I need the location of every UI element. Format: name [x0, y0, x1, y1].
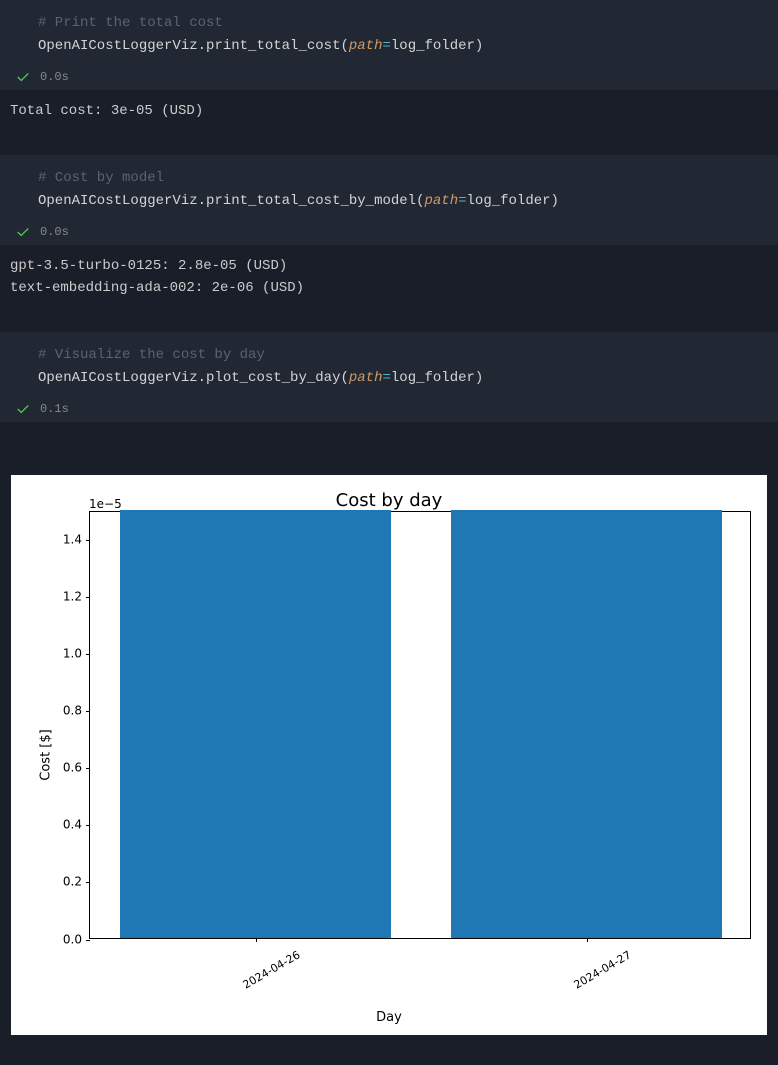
cell-output: gpt-3.5-turbo-0125: 2.8e-05 (USD) text-e… — [0, 245, 778, 332]
code-cell: # Visualize the cost by day OpenAICostLo… — [0, 332, 778, 422]
chart-ytick-mark — [86, 768, 90, 769]
chart-ytick-mark — [86, 882, 90, 883]
chart-xtick-mark — [256, 938, 257, 942]
execution-status: 0.1s — [0, 398, 778, 422]
execution-time: 0.1s — [40, 402, 69, 416]
code-cell: # Print the total cost OpenAICostLoggerV… — [0, 0, 778, 90]
check-icon — [16, 225, 30, 239]
chart-axes: 0.00.20.40.60.81.01.21.42024-04-262024-0… — [89, 511, 751, 939]
code-input[interactable]: # Print the total cost OpenAICostLoggerV… — [0, 0, 778, 66]
chart-ylabel: Cost [$] — [36, 729, 57, 780]
check-icon — [16, 402, 30, 416]
execution-time: 0.0s — [40, 70, 69, 84]
execution-time: 0.0s — [40, 225, 69, 239]
chart-ytick-mark — [86, 597, 90, 598]
cell-output: Total cost: 3e-05 (USD) — [0, 90, 778, 154]
code-comment: # Print the total cost — [38, 15, 223, 31]
code-comment: # Visualize the cost by day — [38, 347, 265, 363]
chart-xtick-label: 2024-04-27 — [565, 938, 634, 994]
chart-ytick-mark — [86, 825, 90, 826]
chart-xtick-mark — [587, 938, 588, 942]
cell-output: Cost by day 1e−5 Cost [$] Day 0.00.20.40… — [0, 422, 778, 1065]
chart-ytick-mark — [86, 540, 90, 541]
chart-ytick-mark — [86, 940, 90, 941]
chart-xlabel: Day — [11, 1008, 767, 1029]
chart-ytick-mark — [86, 711, 90, 712]
chart-bar — [120, 510, 391, 938]
code-cell: # Cost by model OpenAICostLoggerViz.prin… — [0, 155, 778, 245]
code-input[interactable]: # Visualize the cost by day OpenAICostLo… — [0, 332, 778, 398]
chart-xtick-label: 2024-04-26 — [234, 938, 303, 994]
code-input[interactable]: # Cost by model OpenAICostLoggerViz.prin… — [0, 155, 778, 221]
execution-status: 0.0s — [0, 66, 778, 90]
check-icon — [16, 70, 30, 84]
code-comment: # Cost by model — [38, 170, 164, 186]
execution-status: 0.0s — [0, 221, 778, 245]
matplotlib-figure: Cost by day 1e−5 Cost [$] Day 0.00.20.40… — [11, 475, 767, 1035]
chart-bar — [451, 510, 722, 938]
chart-ytick-mark — [86, 654, 90, 655]
